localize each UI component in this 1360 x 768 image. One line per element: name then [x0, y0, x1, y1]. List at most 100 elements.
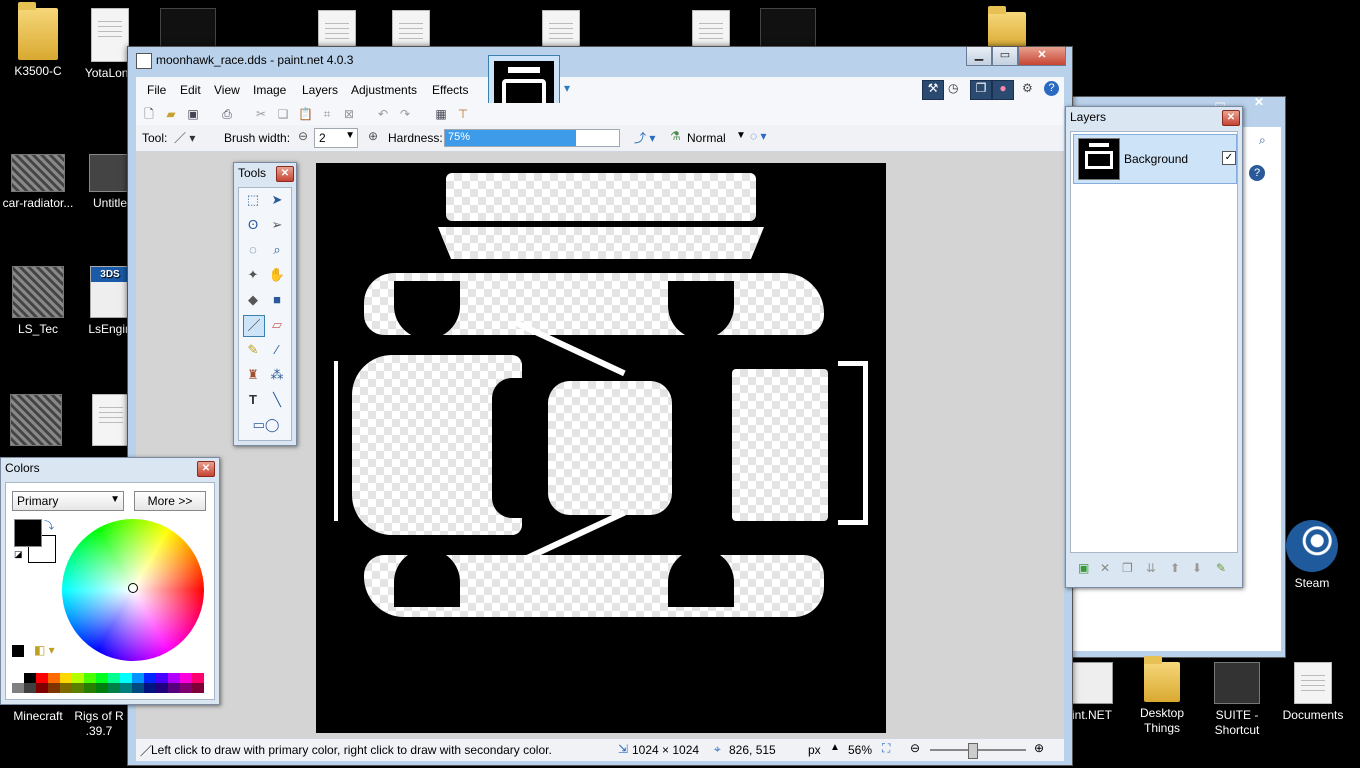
open-icon[interactable]: ▰	[164, 107, 178, 121]
palette-swatch[interactable]	[72, 683, 84, 693]
palette-swatch[interactable]	[120, 673, 132, 683]
layer-properties-icon[interactable]: ✎	[1216, 561, 1226, 575]
move-selected-icon[interactable]: ➤	[267, 190, 287, 210]
close-icon[interactable]: ✕	[197, 461, 215, 477]
palette-swatch[interactable]	[24, 673, 36, 683]
help-icon[interactable]: ?	[1044, 81, 1059, 96]
palette-swatch[interactable]	[180, 673, 192, 683]
clone-stamp-icon[interactable]: ♜	[243, 365, 263, 385]
move-layer-down-icon[interactable]: ⬇	[1192, 561, 1202, 575]
palette-swatch[interactable]	[132, 683, 144, 693]
deselect-icon[interactable]: ⊠	[342, 107, 356, 121]
chevron-down-icon[interactable]: ▾	[564, 81, 570, 95]
palette-menu-icon[interactable]: ◧ ▾	[34, 643, 55, 657]
desktop-icon-k3500c[interactable]: K3500-C	[0, 2, 76, 79]
duplicate-layer-icon[interactable]: ❐	[1122, 561, 1133, 575]
color-wheel-cursor[interactable]	[128, 583, 138, 593]
paintbrush-icon[interactable]: ／	[243, 315, 265, 337]
palette-swatch[interactable]	[36, 683, 48, 693]
increase-width-icon[interactable]: ⊕	[368, 129, 378, 143]
folder-icon[interactable]	[988, 6, 1026, 50]
desktop-icon-steam[interactable]: Steam	[1276, 520, 1348, 591]
document-icon[interactable]	[318, 10, 356, 50]
reset-colors-icon[interactable]: ◪	[14, 549, 23, 560]
settings-icon[interactable]: ⚙	[1022, 81, 1033, 95]
close-icon[interactable]: ✕	[1222, 110, 1240, 126]
rectangle-select-icon[interactable]: ⬚	[243, 190, 263, 210]
zoom-fit-icon[interactable]: ⛶	[882, 741, 890, 756]
palette-swatch[interactable]	[36, 673, 48, 683]
menu-layers[interactable]: Layers	[302, 83, 338, 97]
palette-swatch[interactable]	[48, 683, 60, 693]
decrease-width-icon[interactable]: ⊖	[298, 129, 308, 143]
layer-visibility-checkbox[interactable]: ✓	[1222, 151, 1236, 165]
menu-file[interactable]: File	[147, 83, 166, 97]
palette-swatch[interactable]	[180, 683, 192, 693]
palette-swatch[interactable]	[108, 673, 120, 683]
add-palette-color-icon[interactable]	[12, 645, 24, 657]
desktop-icon-car-radiator[interactable]: car-radiator...	[0, 154, 76, 211]
desktop-icon-ls-tec[interactable]: LS_Tec	[0, 266, 76, 337]
palette-swatch[interactable]	[12, 673, 24, 683]
desktop-icon-app[interactable]	[760, 8, 816, 50]
palette-swatch[interactable]	[96, 673, 108, 683]
selection-mode-icon[interactable]: ◌ ▾	[750, 129, 767, 143]
magic-wand-icon[interactable]: ✦	[243, 265, 263, 285]
colors-panel[interactable]: Colors ✕ Primary ▼ More >> ⤵ ◪ ◧ ▾	[0, 457, 220, 705]
help-icon[interactable]: ?	[1249, 165, 1265, 181]
tools-toggle-icon[interactable]: ⚒	[922, 80, 944, 100]
zoom-in-icon[interactable]: ⊕	[1034, 741, 1044, 755]
menu-image[interactable]: Image	[253, 83, 286, 97]
desktop-icon-desktop-things[interactable]: Desktop Things	[1126, 656, 1198, 736]
palette-swatch[interactable]	[84, 673, 96, 683]
layer-row[interactable]: Background ✓	[1073, 134, 1237, 184]
cut-icon[interactable]: ✂	[254, 107, 268, 121]
move-selection-icon[interactable]: ➢	[267, 215, 287, 235]
crop-icon[interactable]: ⌗	[320, 107, 334, 121]
image-canvas[interactable]	[316, 163, 886, 733]
line-curve-icon[interactable]: ╲	[267, 390, 287, 410]
ellipse-select-icon[interactable]: ◌	[243, 240, 263, 260]
gradient-icon[interactable]: ■	[267, 290, 287, 310]
brush-width-field[interactable]: 2 ▼	[314, 128, 358, 148]
desktop-icon-documents[interactable]: Documents	[1276, 662, 1350, 723]
window-titlebar[interactable]: moonhawk_race.dds - paint.net 4.0.3 ▁ ▭ …	[128, 47, 1072, 73]
paste-icon[interactable]: 📋	[298, 107, 313, 121]
move-layer-up-icon[interactable]: ⬆	[1170, 561, 1180, 575]
palette-swatch[interactable]	[144, 683, 156, 693]
palette-swatch[interactable]	[12, 683, 24, 693]
close-icon[interactable]: ✕	[276, 166, 294, 182]
desktop-icon-rigs-of-rods[interactable]: Rigs of R .39.7	[64, 709, 134, 739]
color-wheel[interactable]	[62, 519, 204, 661]
antialiasing-icon[interactable]: ⤴ ▾	[634, 129, 655, 146]
add-layer-icon[interactable]: ▣	[1078, 561, 1089, 575]
document-icon[interactable]	[692, 10, 730, 50]
palette-swatch[interactable]	[144, 673, 156, 683]
desktop-icon-suite[interactable]: SUITE - Shortcut	[1200, 662, 1274, 738]
eraser-icon[interactable]: ▱	[267, 315, 287, 335]
redo-icon[interactable]: ↷	[398, 107, 412, 121]
undo-icon[interactable]: ↶	[376, 107, 390, 121]
maximize-button[interactable]: ▭	[992, 47, 1018, 66]
menu-view[interactable]: View	[214, 83, 240, 97]
image-thumbnail-icon[interactable]	[10, 394, 62, 446]
layers-toggle-icon[interactable]: ❐	[970, 80, 992, 100]
palette-swatch[interactable]	[60, 673, 72, 683]
grid-icon[interactable]: ▦	[434, 107, 448, 121]
paintbrush-tool-icon[interactable]: ／ ▾	[174, 129, 195, 146]
swap-colors-icon[interactable]: ⤵	[44, 517, 54, 532]
merge-layer-icon[interactable]: ⇊	[1146, 561, 1156, 575]
save-icon[interactable]: ▣	[186, 107, 200, 121]
zoom-slider-thumb[interactable]	[968, 743, 978, 759]
blend-mode-dropdown[interactable]: Normal	[687, 131, 726, 145]
palette-swatch[interactable]	[48, 673, 60, 683]
palette-swatch[interactable]	[192, 673, 204, 683]
chevron-down-icon[interactable]: ▼	[736, 130, 746, 141]
palette-swatch[interactable]	[60, 683, 72, 693]
zoom-value[interactable]: 56%	[848, 743, 872, 757]
palette-swatch[interactable]	[24, 683, 36, 693]
blend-mode-icon[interactable]: ⚗	[670, 129, 681, 143]
zoom-icon[interactable]: ⌕	[267, 240, 287, 260]
palette-swatch[interactable]	[132, 673, 144, 683]
document-icon[interactable]	[92, 394, 130, 446]
